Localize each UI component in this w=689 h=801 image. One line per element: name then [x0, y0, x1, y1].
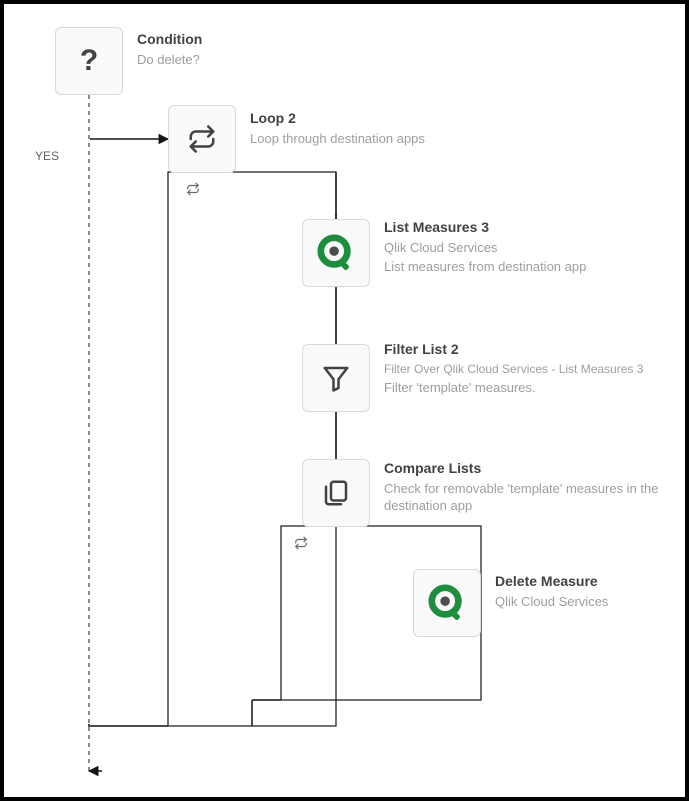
qlik-icon [317, 234, 355, 272]
branch-label-yes: YES [35, 149, 59, 163]
label-condition: Condition Do delete? [137, 30, 397, 68]
title-compare-lists: Compare Lists [384, 459, 674, 478]
node-filter-list[interactable] [302, 344, 370, 412]
node-delete-measure[interactable] [413, 569, 481, 637]
subtitle-compare-lists: Check for removable 'template' measures … [384, 480, 674, 515]
label-loop2: Loop 2 Loop through destination apps [250, 109, 550, 147]
title-list-measures: List Measures 3 [384, 218, 674, 237]
node-compare-lists[interactable] [302, 459, 370, 527]
title-delete-measure: Delete Measure [495, 572, 685, 591]
node-list-measures[interactable] [302, 219, 370, 287]
label-compare-lists: Compare Lists Check for removable 'templ… [384, 459, 674, 515]
title-loop2: Loop 2 [250, 109, 550, 128]
workflow-diagram: YES ? Condition Do delete? Loop 2 Loop t… [0, 0, 689, 801]
label-filter-list: Filter List 2 Filter Over Qlik Cloud Ser… [384, 340, 684, 397]
copy-icon [321, 478, 351, 508]
funnel-icon [321, 363, 351, 393]
title-condition: Condition [137, 30, 397, 49]
subtitle-condition: Do delete? [137, 51, 397, 69]
question-icon: ? [80, 44, 98, 78]
subtitle-loop2: Loop through destination apps [250, 130, 550, 148]
description-list-measures: List measures from destination app [384, 258, 674, 276]
node-condition[interactable]: ? [55, 27, 123, 95]
description-filter-list: Filter 'template' measures. [384, 379, 684, 397]
loop-icon [187, 124, 217, 154]
subtitle-delete-measure: Qlik Cloud Services [495, 593, 685, 611]
label-delete-measure: Delete Measure Qlik Cloud Services [495, 572, 685, 610]
loop-indicator-icon [294, 536, 308, 555]
node-loop2[interactable] [168, 105, 236, 173]
title-filter-list: Filter List 2 [384, 340, 684, 359]
subtitle-filter-list: Filter Over Qlik Cloud Services - List M… [384, 361, 684, 377]
label-list-measures: List Measures 3 Qlik Cloud Services List… [384, 218, 674, 276]
qlik-icon [428, 584, 466, 622]
subtitle-list-measures: Qlik Cloud Services [384, 239, 674, 257]
loop-indicator-icon [186, 182, 200, 201]
